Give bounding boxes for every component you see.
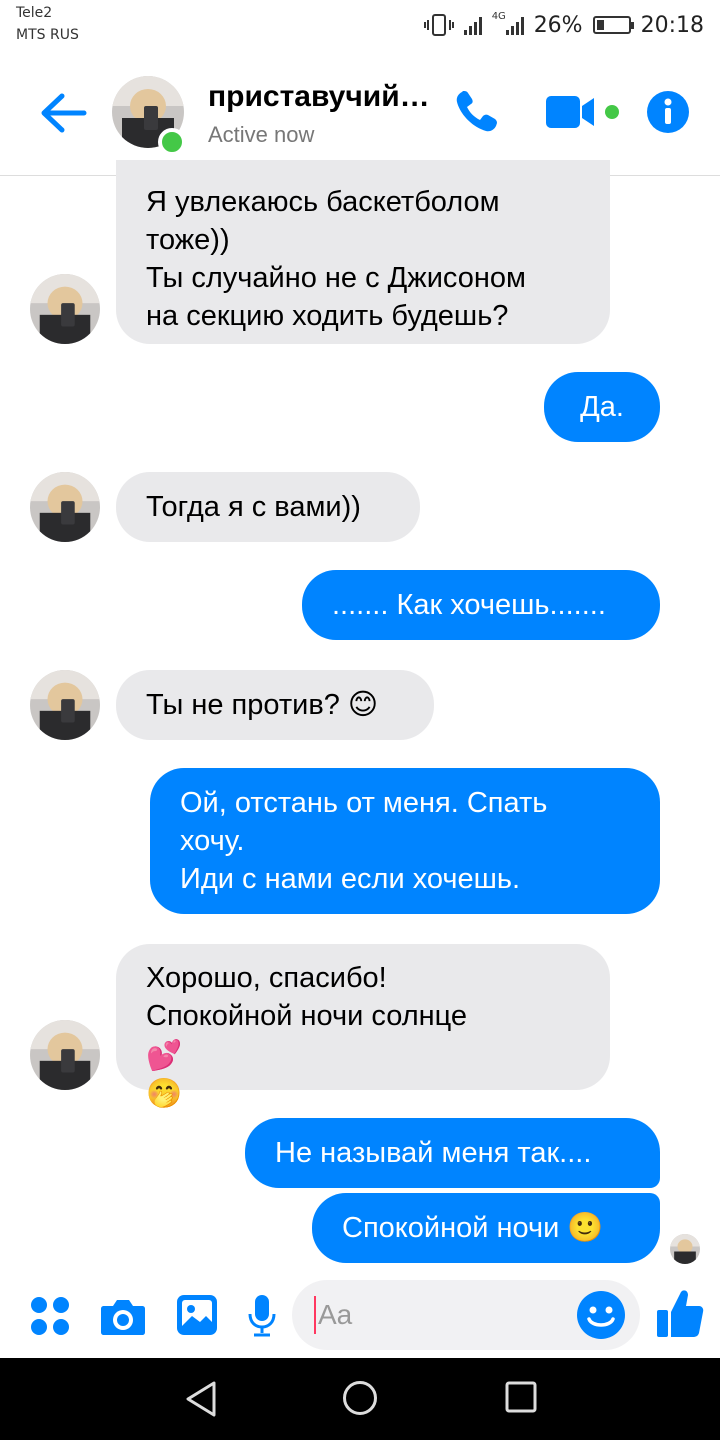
phone-icon[interactable] xyxy=(452,88,500,136)
carrier-1: Tele2 xyxy=(16,5,53,21)
seen-indicator-avatar xyxy=(670,1234,700,1264)
smiley-icon[interactable] xyxy=(576,1290,626,1340)
online-indicator xyxy=(158,128,186,156)
carrier-2: MTS RUS xyxy=(16,27,79,43)
video-camera-icon[interactable] xyxy=(544,94,624,130)
message-text: Ой, отстань от меня. Спать хочу. Иди с н… xyxy=(180,787,548,895)
contact-status: Active now xyxy=(208,122,315,147)
image-icon[interactable] xyxy=(176,1294,218,1336)
message-text: Не называй меня так.... xyxy=(275,1137,592,1169)
microphone-icon[interactable] xyxy=(248,1294,276,1338)
signal-icon xyxy=(463,15,482,35)
chat-header: приставучий… Active now xyxy=(0,52,720,176)
message-text: Тогда я с вами)) xyxy=(146,491,361,523)
message-bubble-outgoing[interactable]: Да. xyxy=(544,372,660,442)
system-nav-bar xyxy=(0,1358,720,1440)
message-bubble-incoming[interactable]: Тогда я с вами)) xyxy=(116,472,420,542)
message-text: Я увлекаюсь баскетболом тоже)) Ты случай… xyxy=(146,186,526,332)
nav-back-icon[interactable] xyxy=(184,1380,218,1418)
thumbs-up-icon[interactable] xyxy=(656,1288,704,1338)
message-bubble-outgoing[interactable]: Не называй меня так.... xyxy=(245,1118,660,1188)
sender-avatar[interactable] xyxy=(30,1020,100,1090)
status-bar: Tele2 MTS RUS 4G 26% 20:18 xyxy=(0,0,720,52)
sender-avatar[interactable] xyxy=(30,472,100,542)
info-icon[interactable] xyxy=(646,90,690,134)
message-bubble-outgoing[interactable]: Спокойной ночи 🙂 xyxy=(312,1193,660,1263)
clock: 20:18 xyxy=(640,12,704,38)
message-bubble-incoming[interactable]: Хорошо, спасибо! Спокойной ночи солнце 💕… xyxy=(116,944,610,1110)
message-bubble-outgoing[interactable]: Ой, отстань от меня. Спать хочу. Иди с н… xyxy=(150,768,660,914)
nav-home-icon[interactable] xyxy=(342,1380,378,1416)
sender-avatar[interactable] xyxy=(30,670,100,740)
two-hearts-emoji: 💕 xyxy=(146,1039,183,1072)
message-bubble-outgoing[interactable]: ....... Как хочешь....... xyxy=(302,570,660,640)
smiling-face-emoji: 😊 xyxy=(347,689,379,721)
message-text: Ты не против? xyxy=(146,689,340,721)
status-indicators: 4G 26% 20:18 xyxy=(423,10,704,40)
battery-icon xyxy=(592,16,634,34)
slightly-smiling-emoji: 🙂 xyxy=(567,1212,604,1244)
back-arrow-icon[interactable] xyxy=(38,90,88,136)
message-text: ....... Как хочешь....... xyxy=(332,589,606,621)
message-text: Да. xyxy=(580,391,624,423)
message-text: Спокойной ночи xyxy=(342,1212,560,1244)
message-bubble-incoming[interactable]: Ты не против? 😊 xyxy=(116,670,434,740)
message-input[interactable] xyxy=(314,1296,574,1334)
contact-name[interactable]: приставучий… xyxy=(208,80,433,114)
sender-avatar[interactable] xyxy=(30,274,100,344)
nav-recents-icon[interactable] xyxy=(504,1380,538,1414)
vibrate-icon xyxy=(423,14,454,36)
message-text: Хорошо, спасибо! Спокойной ночи солнце xyxy=(146,962,468,1033)
message-bubble-incoming[interactable]: Я увлекаюсь баскетболом тоже)) Ты случай… xyxy=(116,160,610,344)
message-composer xyxy=(0,1272,720,1358)
signal-4g-icon: 4G xyxy=(492,11,524,35)
battery-percent: 26% xyxy=(533,12,583,38)
network-type: 4G xyxy=(491,11,506,22)
camera-icon[interactable] xyxy=(100,1296,146,1336)
message-input-container[interactable] xyxy=(292,1280,640,1350)
four-dots-icon[interactable] xyxy=(30,1296,70,1336)
hand-over-mouth-emoji: 🤭 xyxy=(146,1077,183,1110)
